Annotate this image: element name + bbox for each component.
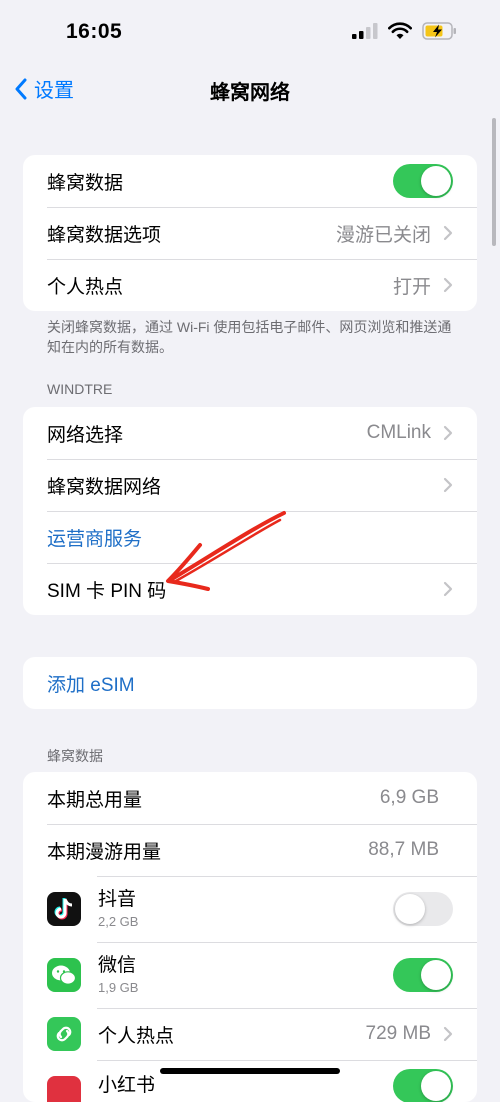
usage-section-header: 蜂窝数据 bbox=[47, 748, 103, 764]
page-title: 蜂窝网络 bbox=[210, 82, 290, 104]
wechat-data-toggle[interactable] bbox=[393, 958, 453, 992]
cellular-data-network-row[interactable]: 蜂窝数据网络 bbox=[23, 459, 477, 511]
hotspot-usage-label: 个人热点 bbox=[98, 1025, 175, 1047]
cellular-data-options-row[interactable]: 蜂窝数据选项 漫游已关闭 bbox=[23, 207, 477, 259]
carrier-section-header: WINDTRE bbox=[47, 381, 113, 397]
usage-group: 本期总用量 6,9 GB 本期漫游用量 88,7 MB 抖音 2,2 GB 微信… bbox=[23, 772, 477, 1102]
home-indicator bbox=[160, 1068, 340, 1074]
scroll-indicator[interactable] bbox=[492, 118, 496, 246]
esim-group: 添加 eSIM bbox=[23, 657, 477, 709]
current-roaming-label: 本期漫游用量 bbox=[47, 841, 162, 863]
add-esim-row[interactable]: 添加 eSIM bbox=[23, 657, 477, 709]
app-usage: 1,9 GB bbox=[98, 980, 139, 995]
chevron-right-icon bbox=[443, 581, 453, 597]
current-period-value: 6,9 GB bbox=[379, 787, 439, 808]
chevron-right-icon bbox=[443, 1026, 453, 1042]
battery-charging-icon bbox=[422, 22, 456, 40]
personal-hotspot-value: 打开 bbox=[392, 276, 431, 298]
current-roaming-row: 本期漫游用量 88,7 MB bbox=[23, 824, 477, 876]
network-selection-row[interactable]: 网络选择 CMLink bbox=[23, 407, 477, 459]
current-roaming-value: 88,7 MB bbox=[368, 839, 439, 860]
xiaohongshu-data-toggle[interactable] bbox=[393, 1069, 453, 1102]
douyin-icon bbox=[47, 892, 81, 926]
app-name: 小红书 bbox=[98, 1075, 156, 1096]
cellular-signal-icon bbox=[352, 23, 378, 39]
xiaohongshu-icon bbox=[47, 1076, 81, 1102]
cellular-footer-note: 关闭蜂窝数据，通过 Wi-Fi 使用包括电子邮件、网页浏览和推送通知在内的所有数… bbox=[47, 319, 452, 355]
chevron-right-icon bbox=[443, 225, 453, 241]
add-esim-link[interactable]: 添加 eSIM bbox=[47, 670, 453, 697]
network-selection-label: 网络选择 bbox=[47, 424, 124, 446]
wifi-icon bbox=[388, 22, 412, 39]
personal-hotspot-label: 个人热点 bbox=[47, 276, 124, 298]
current-period-row: 本期总用量 6,9 GB bbox=[23, 772, 477, 824]
douyin-data-toggle[interactable] bbox=[393, 892, 453, 926]
status-bar: 16:05 bbox=[0, 0, 500, 64]
app-name: 微信 bbox=[98, 955, 137, 976]
wechat-icon bbox=[47, 958, 81, 992]
app-row-douyin: 抖音 2,2 GB bbox=[23, 876, 477, 942]
network-selection-value: CMLink bbox=[366, 422, 431, 443]
chevron-right-icon bbox=[443, 277, 453, 293]
cellular-settings-group: 蜂窝数据 蜂窝数据选项 漫游已关闭 个人热点 打开 bbox=[23, 155, 477, 311]
hotspot-icon bbox=[47, 1017, 81, 1051]
cellular-data-label: 蜂窝数据 bbox=[47, 172, 124, 194]
app-row-xiaohongshu: 小红书 bbox=[23, 1060, 477, 1102]
cellular-data-network-label: 蜂窝数据网络 bbox=[47, 476, 162, 498]
cellular-data-row: 蜂窝数据 bbox=[23, 155, 477, 207]
status-time: 16:05 bbox=[66, 20, 123, 43]
cellular-data-options-label: 蜂窝数据选项 bbox=[47, 224, 162, 246]
app-name: 抖音 bbox=[98, 889, 137, 910]
chevron-right-icon bbox=[443, 425, 453, 441]
app-row-hotspot[interactable]: 个人热点 729 MB bbox=[23, 1008, 477, 1060]
chevron-right-icon bbox=[443, 477, 453, 493]
roaming-status-value: 漫游已关闭 bbox=[335, 224, 431, 246]
personal-hotspot-row[interactable]: 个人热点 打开 bbox=[23, 259, 477, 311]
current-period-label: 本期总用量 bbox=[47, 789, 143, 811]
app-row-wechat: 微信 1,9 GB bbox=[23, 942, 477, 1008]
nav-bar: 设置 蜂窝网络 bbox=[0, 64, 500, 114]
hotspot-usage-value: 729 MB bbox=[365, 1023, 431, 1044]
app-usage: 2,2 GB bbox=[98, 914, 139, 929]
cellular-data-toggle[interactable] bbox=[393, 164, 453, 198]
status-icons bbox=[352, 22, 458, 40]
red-arrow-annotation bbox=[166, 511, 286, 591]
